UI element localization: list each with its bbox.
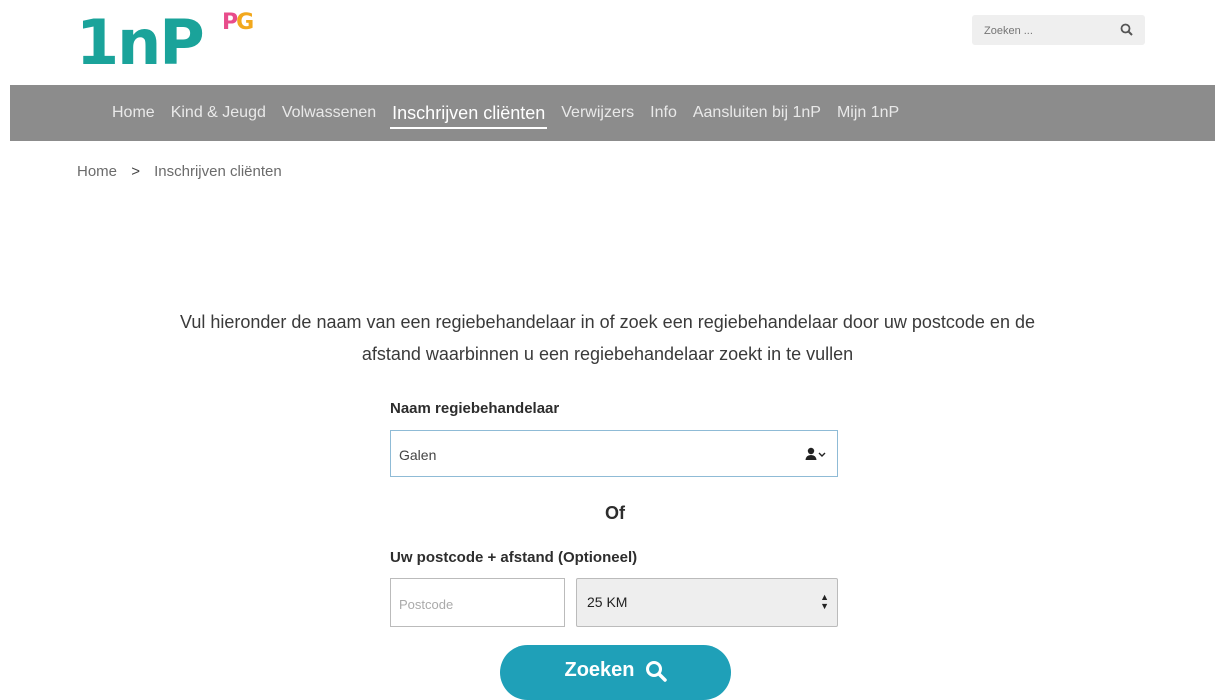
intro-line-2: afstand waarbinnen u een regiebehandelaa… xyxy=(361,344,854,364)
nav-home[interactable]: Home xyxy=(110,104,157,122)
nav-kind-jeugd[interactable]: Kind & Jeugd xyxy=(169,104,268,122)
name-field xyxy=(390,430,838,477)
breadcrumb: Home > Inschrijven cliënten xyxy=(77,163,282,180)
main-nav: Home Kind & Jeugd Volwassenen Inschrijve… xyxy=(10,85,1215,141)
distance-select[interactable]: 25 KM ▲ ▼ xyxy=(576,578,838,627)
intro-line-1: Vul hieronder de naam van een regiebehan… xyxy=(180,312,1035,332)
nav-aansluiten[interactable]: Aansluiten bij 1nP xyxy=(691,104,823,122)
distance-value: 25 KM xyxy=(587,594,628,610)
site-search-input[interactable] xyxy=(982,20,1106,42)
search-icon xyxy=(645,660,667,688)
postcode-label: Uw postcode + afstand (Optioneel) xyxy=(390,549,638,566)
nav-inschrijven-clienten[interactable]: Inschrijven cliënten xyxy=(390,103,548,129)
header: 1nP PG xyxy=(0,0,1215,85)
nav-mijn-1np[interactable]: Mijn 1nP xyxy=(835,104,901,122)
select-arrows-icon: ▲ ▼ xyxy=(820,592,829,611)
name-label: Naam regiebehandelaar xyxy=(390,400,560,417)
breadcrumb-separator: > xyxy=(131,163,140,180)
nav-volwassenen[interactable]: Volwassenen xyxy=(280,104,378,122)
breadcrumb-current: Inschrijven cliënten xyxy=(154,163,282,180)
breadcrumb-home[interactable]: Home xyxy=(77,163,117,180)
search-button[interactable]: Zoeken xyxy=(500,645,731,700)
nav-info[interactable]: Info xyxy=(648,104,679,122)
site-search xyxy=(972,15,1145,45)
postcode-field xyxy=(390,578,565,627)
postcode-input[interactable] xyxy=(397,592,561,616)
logo-pg-mark: PG xyxy=(222,10,254,35)
name-input[interactable] xyxy=(397,443,781,467)
user-dropdown-icon[interactable] xyxy=(805,447,827,466)
intro-text: Vul hieronder de naam van een regiebehan… xyxy=(60,306,1155,370)
search-icon[interactable] xyxy=(1120,23,1133,41)
logo[interactable]: 1nP xyxy=(76,8,205,78)
search-button-label: Zoeken xyxy=(564,659,635,681)
or-divider: Of xyxy=(605,503,625,523)
nav-verwijzers[interactable]: Verwijzers xyxy=(559,104,636,122)
